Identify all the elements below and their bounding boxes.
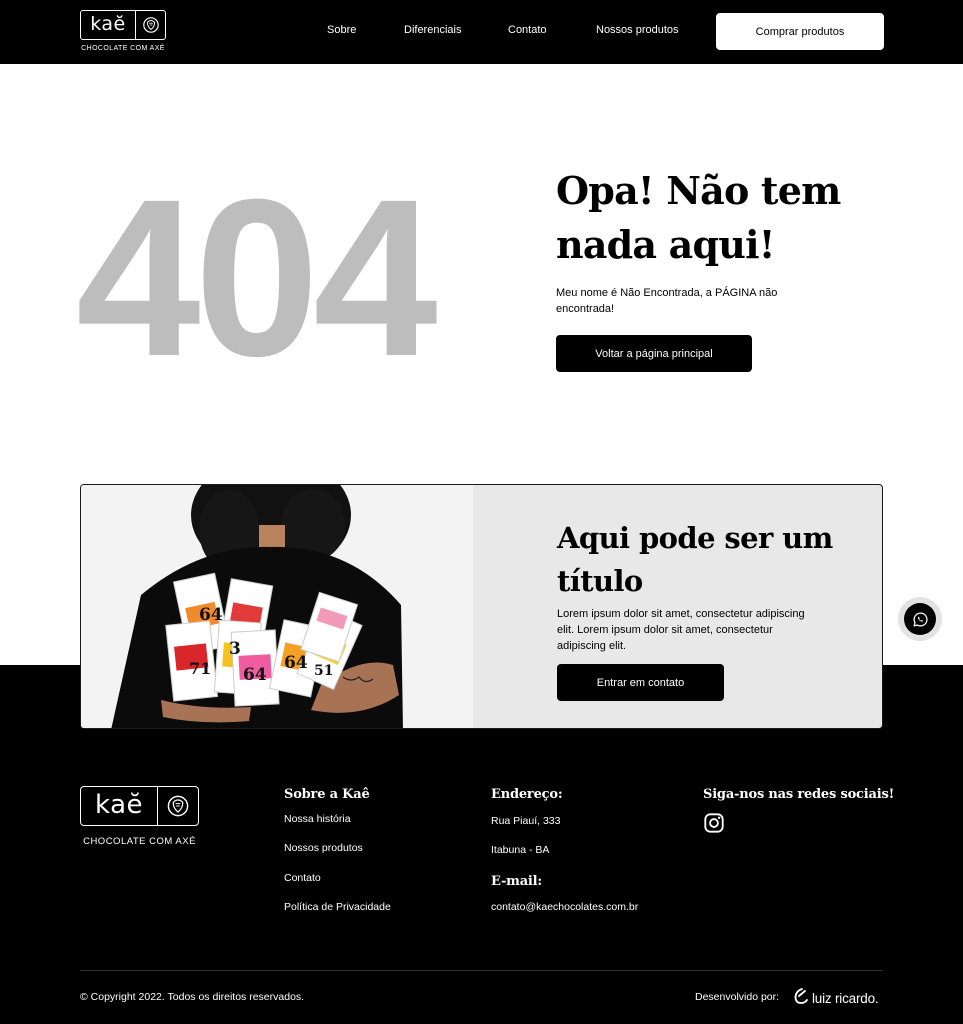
developer-name: luiz ricardo. [812,991,879,1006]
nav-sobre[interactable]: Sobre [327,24,356,36]
bar-label: 64 [243,665,267,685]
error-code: 404 [76,153,438,403]
page-title: Opa! Não tem nada aqui! [556,168,841,267]
bar-label: 71 [189,659,212,678]
footer-logo[interactable]: kaĕ [80,786,199,826]
logo-tagline: CHOCOLATE COM AXÉ [81,45,165,52]
address-city: Itabuna - BA [491,844,550,856]
address-street: Rua Piauí, 333 [491,815,561,827]
cacao-icon [158,787,198,825]
address-heading: Endereço: [491,787,563,802]
buy-products-button[interactable]: Comprar produtos [716,13,884,50]
logo-word: kaĕ [81,11,136,39]
header-logo[interactable]: kaĕ [80,10,166,40]
footer-divider [80,970,883,971]
footer-logo-word: kaĕ [81,787,158,825]
bar-label: 64 [284,653,308,673]
banner-text: Lorem ipsum dolor sit amet, consectetur … [557,608,805,652]
banner-title: Aqui pode ser um título [557,521,833,598]
whatsapp-button[interactable] [898,597,942,641]
footer-link-historia[interactable]: Nossa história [284,813,351,825]
about-heading: Sobre a Kaê [284,787,370,802]
model-photo: 64 71 3 64 64 51 [81,485,473,728]
developer-logo-icon [793,987,809,1010]
nav-nossos-produtos[interactable]: Nossos produtos [596,24,679,36]
footer-link-contato[interactable]: Contato [284,872,321,884]
footer-logo-tagline: CHOCOLATE COM AXÉ [83,836,196,847]
nav-diferenciais[interactable]: Diferenciais [404,24,461,36]
bar-label: 3 [229,639,241,659]
error-description: Meu nome é Não Encontrada, a PÁGINA não … [556,287,778,315]
contact-banner: 64 71 3 64 64 51 Aqui pode ser um título… [80,484,883,729]
whatsapp-icon [904,603,936,635]
cacao-icon [136,11,165,39]
email-heading: E-mail: [491,874,542,889]
footer-link-produtos[interactable]: Nossos produtos [284,842,363,854]
back-home-button[interactable]: Voltar a página principal [556,335,752,372]
contact-button[interactable]: Entrar em contato [557,664,724,701]
email-link[interactable]: contato@kaechocolates.com.br [491,901,638,913]
copyright: © Copyright 2022. Todos os direitos rese… [80,991,305,1003]
nav-contato[interactable]: Contato [508,24,547,36]
instagram-icon[interactable] [703,812,725,834]
developed-by-label: Desenvolvido por: [695,991,780,1003]
social-heading: Siga-nos nas redes sociais! [703,787,895,802]
bar-label: 51 [314,663,334,679]
site-header: kaĕ CHOCOLATE COM AXÉ Sobre Diferenciais… [0,0,963,64]
developer-logo[interactable]: luiz ricardo. [793,987,879,1010]
bar-label: 64 [199,605,223,625]
footer-link-privacidade[interactable]: Política de Privacidade [284,901,391,913]
